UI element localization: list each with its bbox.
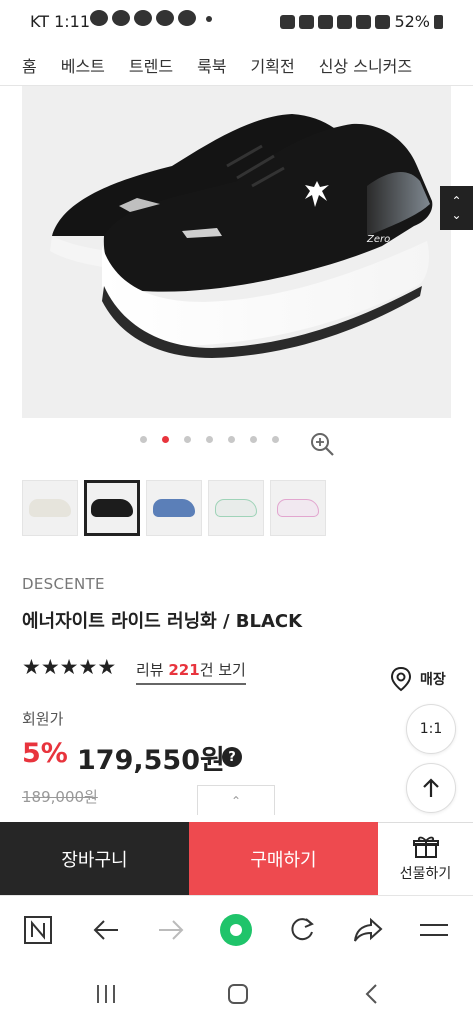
discount-rate: 5%: [22, 738, 68, 769]
review-suffix: 건 보기: [199, 661, 246, 679]
pagination-dot[interactable]: [184, 436, 191, 443]
forward-arrow-icon[interactable]: [153, 912, 189, 948]
buy-now-button[interactable]: 구매하기: [189, 822, 378, 895]
price-help-icon[interactable]: ?: [222, 747, 242, 767]
nav-item-home[interactable]: 홈: [0, 53, 49, 77]
brand-name[interactable]: DESCENTE: [22, 575, 105, 593]
thumbnail-black[interactable]: [84, 480, 140, 536]
chat-1on1-label: 1:1: [419, 721, 443, 737]
signal-icon: [375, 14, 391, 29]
carrier-time: KT 1:11: [30, 12, 91, 31]
shoe-model-mark: Zero: [367, 234, 391, 245]
recent-apps-icon[interactable]: [91, 981, 121, 1007]
alarm-icon: [299, 14, 315, 29]
scroll-top-button[interactable]: [406, 763, 456, 813]
more-dot-icon: [206, 16, 212, 22]
menu-icon[interactable]: [416, 912, 452, 948]
gift-button[interactable]: 선물하기: [378, 822, 473, 895]
top-nav: 홈 베스트 트렌드 룩북 기획전 신상 스니커즈: [0, 44, 473, 86]
scroll-toggle-button[interactable]: ⌃ ⌄: [440, 186, 473, 230]
star-icon: ★: [97, 655, 116, 679]
call-icon: [134, 10, 152, 26]
chat-1on1-button[interactable]: 1:1: [406, 704, 456, 754]
browser-toolbar: [0, 895, 473, 963]
nav-item-lookbook[interactable]: 룩북: [185, 53, 238, 77]
store-button[interactable]: 매장: [390, 666, 446, 692]
pagination-dot[interactable]: [206, 436, 213, 443]
chevron-up-icon: ⌃: [451, 194, 462, 208]
back-icon[interactable]: [356, 981, 386, 1007]
pagination-dot-active[interactable]: [162, 436, 169, 443]
thumbnail-shoe-image: [91, 499, 133, 517]
original-price: 189,000원: [22, 788, 98, 806]
add-to-cart-button[interactable]: 장바구니: [0, 822, 189, 895]
product-image[interactable]: Zero: [22, 86, 451, 418]
chat-icon: [156, 10, 174, 26]
thumbnail-shoe-image: [29, 499, 71, 517]
review-link[interactable]: 리뷰 221건 보기: [136, 659, 246, 685]
nav-item-new-sneakers[interactable]: 신상 스니커즈: [307, 53, 424, 77]
thumbnail-strip: [22, 480, 326, 536]
thumbnail-cream[interactable]: [22, 480, 78, 536]
review-count: 221: [168, 661, 200, 679]
notification-icons: [90, 10, 212, 26]
thumbnail-shoe-image: [215, 499, 257, 517]
pagination-dot[interactable]: [228, 436, 235, 443]
talk-icon: [90, 10, 108, 26]
lock-icon: [280, 14, 296, 29]
expand-tab[interactable]: ⌃: [197, 785, 275, 815]
system-status: 52%: [280, 12, 443, 31]
shoe-illustration: [50, 114, 433, 358]
5g-icon: [356, 14, 372, 29]
pagination-dot[interactable]: [140, 436, 147, 443]
nav-item-best[interactable]: 베스트: [49, 53, 117, 77]
gallery-pagination: [140, 436, 279, 443]
pagination-dot[interactable]: [272, 436, 279, 443]
review-prefix: 리뷰: [136, 661, 169, 679]
thumbnail-white-pink[interactable]: [270, 480, 326, 536]
rating-stars: ★ ★ ★ ★ ★: [22, 655, 116, 679]
purchase-action-bar: 장바구니 구매하기 선물하기: [0, 822, 473, 895]
pill-icon: [112, 10, 130, 26]
thumbnail-blue[interactable]: [146, 480, 202, 536]
refresh-icon[interactable]: [284, 912, 320, 948]
mute-icon: [318, 14, 334, 29]
status-bar: KT 1:11 52%: [0, 0, 473, 44]
pagination-dot[interactable]: [250, 436, 257, 443]
battery-percent: 52%: [394, 12, 430, 31]
sale-price: 179,550원: [77, 745, 225, 776]
nav-item-exhibition[interactable]: 기획전: [239, 53, 307, 77]
battery-icon: [434, 14, 443, 29]
back-arrow-icon[interactable]: [88, 912, 124, 948]
share-icon[interactable]: [350, 912, 386, 948]
nav-item-trend[interactable]: 트렌드: [117, 53, 185, 77]
gift-label: 선물하기: [399, 866, 452, 882]
location-pin-icon: [390, 666, 412, 692]
naver-home-icon[interactable]: [20, 912, 56, 948]
star-icon: ★: [78, 655, 97, 679]
store-label: 매장: [420, 672, 446, 688]
shoe-icon: [178, 10, 196, 26]
star-icon: ★: [40, 655, 60, 679]
thumbnail-shoe-image: [277, 499, 319, 517]
home-icon[interactable]: [223, 981, 253, 1007]
star-icon: ★: [22, 655, 41, 679]
star-icon: ★: [59, 655, 79, 679]
system-navigation-bar: [0, 963, 473, 1024]
chevron-down-icon: ⌄: [451, 208, 462, 222]
thumbnail-shoe-image: [153, 499, 195, 517]
green-dot-icon[interactable]: [218, 912, 254, 948]
product-title: 에너자이트 라이드 러닝화 / BLACK: [22, 611, 303, 632]
chevron-up-icon: ⌃: [230, 793, 242, 808]
gift-icon: [412, 836, 439, 858]
member-price-label: 회원가: [22, 710, 64, 728]
hd-icon: [337, 14, 353, 29]
arrow-up-icon: [423, 778, 439, 797]
zoom-in-icon[interactable]: [309, 431, 335, 457]
thumbnail-white-green[interactable]: [208, 480, 264, 536]
